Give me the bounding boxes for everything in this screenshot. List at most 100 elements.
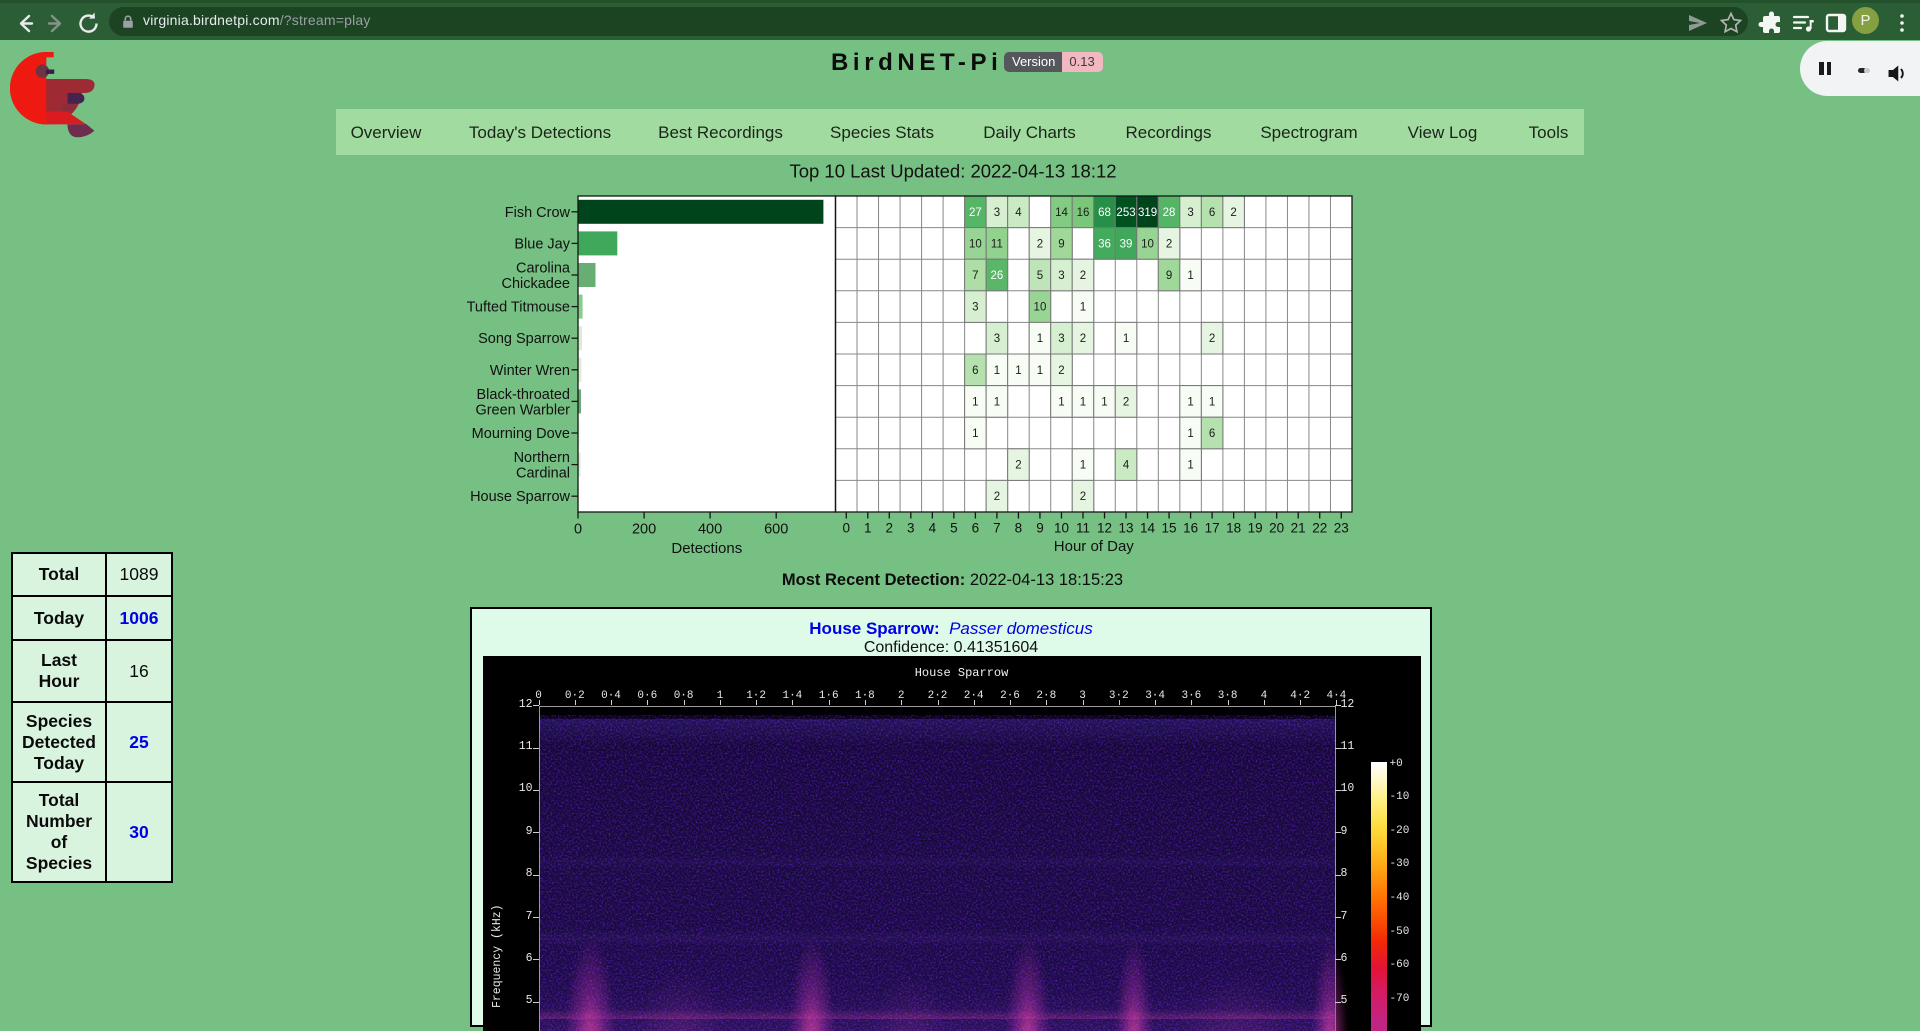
svg-text:23: 23 bbox=[1334, 521, 1349, 536]
svg-text:1: 1 bbox=[1187, 396, 1193, 408]
svg-text:6: 6 bbox=[972, 521, 980, 536]
svg-text:2: 2 bbox=[1080, 333, 1086, 345]
svg-text:1: 1 bbox=[1037, 333, 1043, 345]
svg-text:3: 3 bbox=[994, 207, 1000, 219]
svg-text:Green Warbler: Green Warbler bbox=[475, 402, 570, 418]
svg-text:2: 2 bbox=[1058, 365, 1064, 377]
svg-text:House Sparrow: House Sparrow bbox=[470, 489, 570, 505]
svg-text:39: 39 bbox=[1120, 238, 1133, 250]
svg-text:4: 4 bbox=[1123, 460, 1130, 472]
svg-text:2: 2 bbox=[1166, 238, 1172, 250]
svg-text:Mourning Dove: Mourning Dove bbox=[472, 426, 570, 442]
svg-text:9: 9 bbox=[1166, 270, 1172, 282]
svg-text:2: 2 bbox=[994, 491, 1000, 503]
svg-text:4: 4 bbox=[1015, 207, 1022, 219]
svg-text:17: 17 bbox=[1205, 521, 1220, 536]
svg-text:Fish Crow: Fish Crow bbox=[505, 205, 571, 221]
svg-text:1: 1 bbox=[1015, 365, 1021, 377]
svg-text:1: 1 bbox=[1123, 333, 1129, 345]
svg-text:2: 2 bbox=[1037, 238, 1043, 250]
svg-text:1: 1 bbox=[1209, 396, 1215, 408]
svg-text:Carolina: Carolina bbox=[516, 260, 571, 276]
svg-text:5: 5 bbox=[1037, 270, 1043, 282]
svg-text:1: 1 bbox=[972, 396, 978, 408]
svg-text:16: 16 bbox=[1077, 207, 1090, 219]
svg-text:7: 7 bbox=[993, 521, 1001, 536]
svg-text:18: 18 bbox=[1226, 521, 1241, 536]
svg-text:1: 1 bbox=[864, 521, 872, 536]
svg-text:Top 10 Last Updated: 2022-04-1: Top 10 Last Updated: 2022-04-13 18:12 bbox=[789, 161, 1116, 182]
svg-text:1: 1 bbox=[1187, 270, 1193, 282]
svg-text:27: 27 bbox=[969, 207, 982, 219]
svg-text:3: 3 bbox=[1187, 207, 1193, 219]
svg-text:Hour of Day: Hour of Day bbox=[1054, 538, 1135, 555]
svg-text:16: 16 bbox=[1183, 521, 1198, 536]
svg-text:10: 10 bbox=[1141, 238, 1154, 250]
svg-text:200: 200 bbox=[632, 522, 656, 538]
svg-text:14: 14 bbox=[1140, 521, 1156, 536]
svg-text:14: 14 bbox=[1055, 207, 1068, 219]
svg-text:253: 253 bbox=[1116, 207, 1135, 219]
svg-text:1: 1 bbox=[1187, 460, 1193, 472]
svg-text:1: 1 bbox=[994, 396, 1000, 408]
svg-text:3: 3 bbox=[907, 521, 915, 536]
svg-text:1: 1 bbox=[1101, 396, 1107, 408]
svg-text:28: 28 bbox=[1163, 207, 1176, 219]
svg-text:2: 2 bbox=[886, 521, 894, 536]
svg-text:8: 8 bbox=[1015, 521, 1023, 536]
svg-text:1: 1 bbox=[972, 428, 978, 440]
svg-text:1: 1 bbox=[1080, 460, 1086, 472]
svg-text:Cardinal: Cardinal bbox=[516, 466, 570, 482]
svg-text:4: 4 bbox=[929, 521, 937, 536]
svg-text:6: 6 bbox=[972, 365, 978, 377]
svg-text:11: 11 bbox=[991, 238, 1003, 250]
svg-text:319: 319 bbox=[1138, 207, 1157, 219]
svg-text:6: 6 bbox=[1209, 428, 1215, 440]
svg-text:9: 9 bbox=[1058, 238, 1064, 250]
svg-text:Black-throated: Black-throated bbox=[477, 387, 571, 403]
svg-text:400: 400 bbox=[698, 522, 722, 538]
svg-text:Winter Wren: Winter Wren bbox=[490, 363, 570, 379]
svg-text:3: 3 bbox=[1058, 333, 1064, 345]
svg-text:1: 1 bbox=[1058, 396, 1064, 408]
svg-text:22: 22 bbox=[1312, 521, 1327, 536]
svg-text:20: 20 bbox=[1269, 521, 1284, 536]
svg-text:1: 1 bbox=[1037, 365, 1043, 377]
svg-text:19: 19 bbox=[1248, 521, 1263, 536]
svg-text:Northern: Northern bbox=[514, 450, 570, 466]
svg-text:3: 3 bbox=[1058, 270, 1064, 282]
svg-text:3: 3 bbox=[994, 333, 1000, 345]
svg-text:1: 1 bbox=[1080, 396, 1086, 408]
svg-text:2: 2 bbox=[1209, 333, 1215, 345]
svg-text:10: 10 bbox=[969, 238, 982, 250]
svg-text:13: 13 bbox=[1119, 521, 1134, 536]
svg-text:600: 600 bbox=[764, 522, 788, 538]
svg-text:Chickadee: Chickadee bbox=[501, 276, 570, 292]
svg-text:Detections: Detections bbox=[671, 540, 742, 557]
svg-text:2: 2 bbox=[1230, 207, 1236, 219]
svg-text:9: 9 bbox=[1036, 521, 1044, 536]
svg-text:11: 11 bbox=[1076, 521, 1090, 536]
svg-text:0: 0 bbox=[843, 521, 851, 536]
svg-text:15: 15 bbox=[1162, 521, 1177, 536]
svg-text:1: 1 bbox=[1080, 302, 1086, 314]
svg-text:0: 0 bbox=[574, 522, 582, 538]
svg-text:36: 36 bbox=[1098, 238, 1111, 250]
svg-text:12: 12 bbox=[1097, 521, 1112, 536]
svg-text:1: 1 bbox=[994, 365, 1000, 377]
svg-text:Song Sparrow: Song Sparrow bbox=[478, 331, 570, 347]
svg-text:10: 10 bbox=[1034, 302, 1047, 314]
svg-text:3: 3 bbox=[972, 302, 978, 314]
svg-text:2: 2 bbox=[1123, 396, 1129, 408]
svg-text:7: 7 bbox=[972, 270, 978, 282]
svg-text:1: 1 bbox=[1187, 428, 1193, 440]
svg-text:5: 5 bbox=[950, 521, 958, 536]
svg-text:68: 68 bbox=[1098, 207, 1111, 219]
svg-text:21: 21 bbox=[1291, 521, 1306, 536]
svg-text:Tufted Titmouse: Tufted Titmouse bbox=[467, 300, 570, 316]
svg-text:2: 2 bbox=[1015, 460, 1021, 472]
svg-text:10: 10 bbox=[1054, 521, 1069, 536]
svg-text:Blue Jay: Blue Jay bbox=[514, 236, 570, 252]
svg-text:2: 2 bbox=[1080, 491, 1086, 503]
svg-text:26: 26 bbox=[991, 270, 1004, 282]
